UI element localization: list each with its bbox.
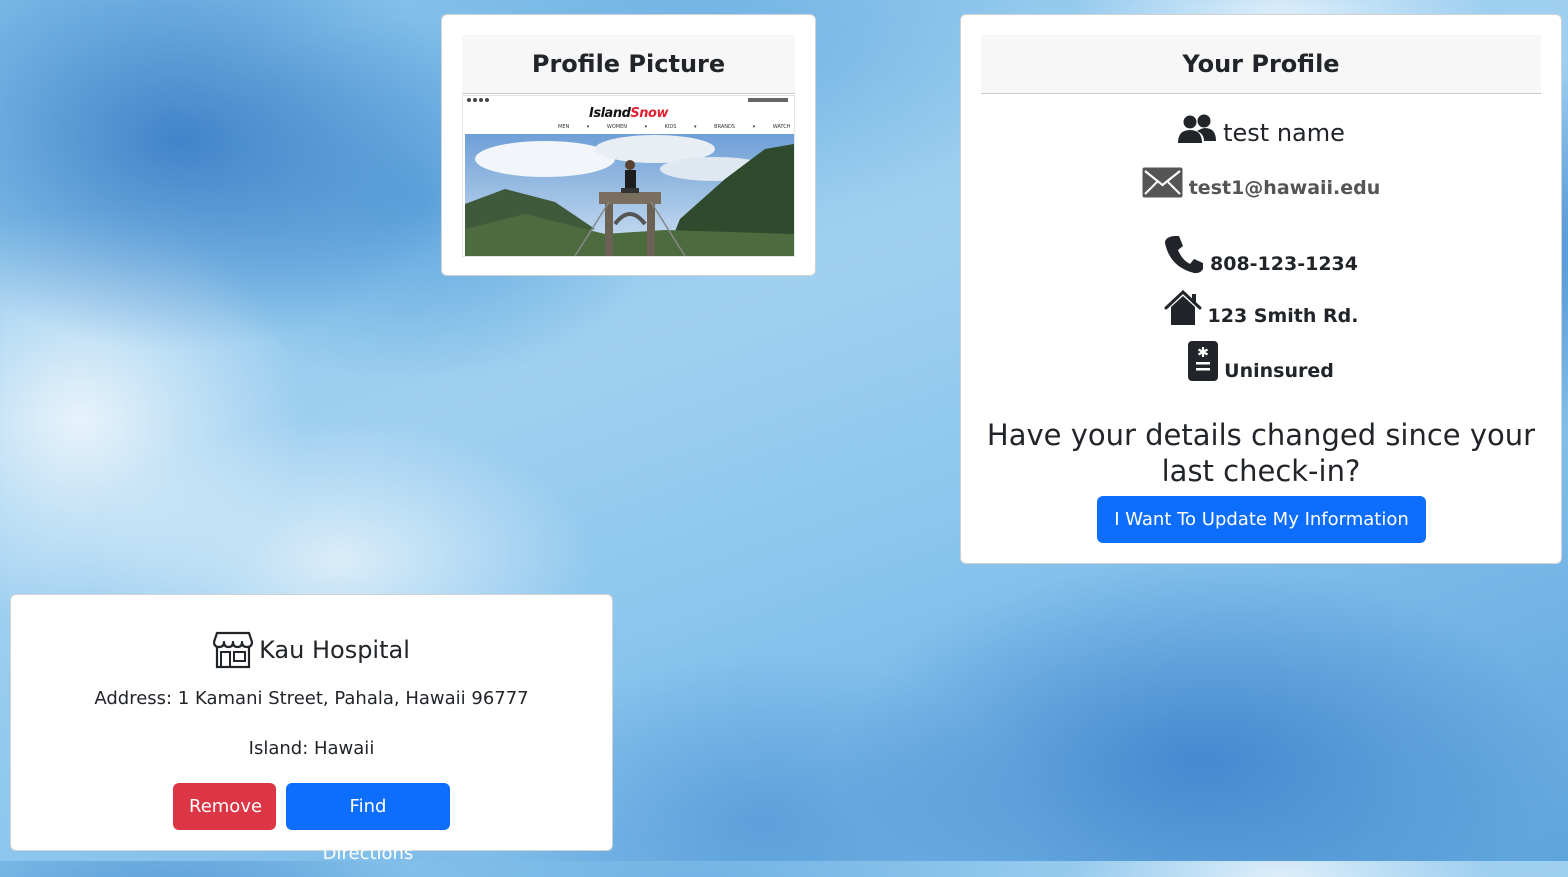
profile-name-row: test name <box>961 113 1561 145</box>
profile-address-row: 123 Smith Rd. <box>961 290 1561 326</box>
hospital-actions: Remove Find Directions <box>11 783 612 864</box>
phone-icon <box>1165 236 1203 274</box>
profile-address: 123 Smith Rd. <box>1207 305 1359 327</box>
your-profile-card: Your Profile test name test1@hawaii.edu … <box>960 14 1562 564</box>
image-topbar <box>463 96 794 104</box>
profile-picture-image: IslandSnow MEN ▾ WOMEN ▾ KIDS ▾ BRANDS ▾… <box>462 95 795 257</box>
mountain-bridge-photo <box>465 134 794 256</box>
profile-email: test1@hawaii.edu <box>1188 177 1381 199</box>
profile-name: test name <box>1223 119 1345 147</box>
remove-button[interactable]: Remove <box>173 783 276 830</box>
hospital-title-row: Kau Hospital <box>11 631 612 669</box>
hospital-address: Address: 1 Kamani Street, Pahala, Hawaii… <box>94 688 529 709</box>
hospital-name: Kau Hospital <box>259 636 410 664</box>
profile-email-row: test1@hawaii.edu <box>961 167 1561 198</box>
envelope-icon <box>1142 167 1183 198</box>
profile-insurance: Uninsured <box>1224 360 1334 382</box>
image-logo: IslandSnow <box>589 106 668 121</box>
update-information-button[interactable]: I Want To Update My Information <box>1097 496 1426 543</box>
users-icon <box>1178 114 1217 143</box>
hospital-card: Kau Hospital Address: 1 Kamani Street, P… <box>10 594 613 864</box>
shop-icon <box>213 631 254 669</box>
image-nav: MEN ▾ WOMEN ▾ KIDS ▾ BRANDS ▾ WATCH <box>558 124 791 130</box>
profile-insurance-row: Uninsured <box>961 341 1561 381</box>
find-directions-button[interactable]: Find Directions <box>286 783 450 864</box>
profile-phone: 808-123-1234 <box>1210 253 1358 275</box>
profile-picture-title: Profile Picture <box>462 35 795 94</box>
hospital-island: Island: Hawaii <box>248 738 375 759</box>
profile-picture-card: Profile Picture IslandSnow MEN ▾ WOMEN ▾… <box>441 14 816 276</box>
medical-card-icon <box>1188 341 1219 381</box>
house-icon <box>1164 290 1202 325</box>
profile-phone-row: 808-123-1234 <box>961 234 1561 274</box>
profile-title: Your Profile <box>981 35 1541 94</box>
update-question: Have your details changed since your las… <box>986 418 1536 488</box>
